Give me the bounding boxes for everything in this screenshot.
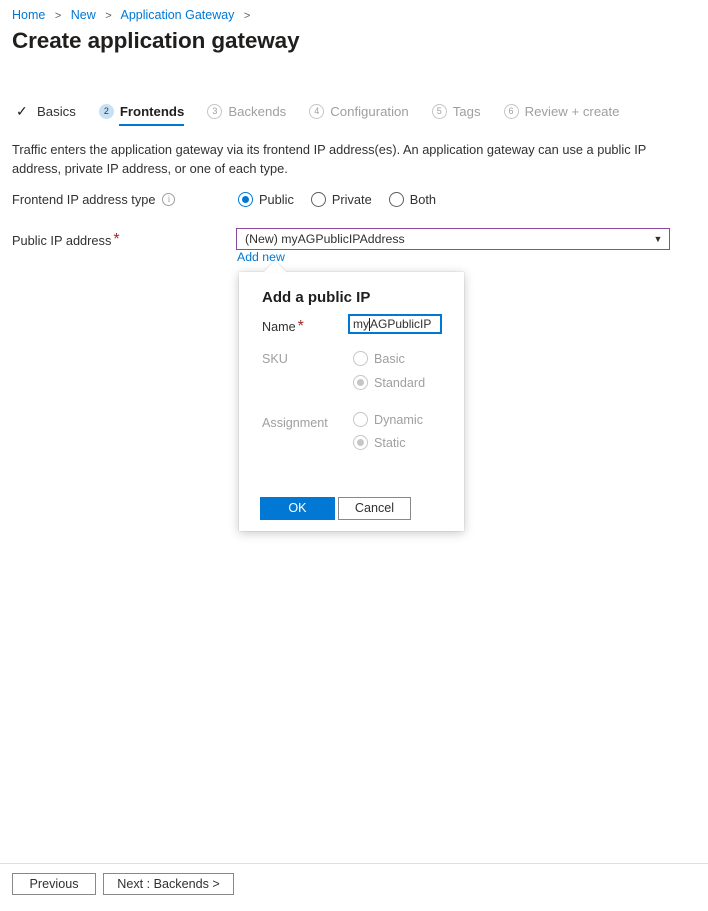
public-ip-required-marker: * bbox=[113, 231, 120, 248]
previous-button[interactable]: Previous bbox=[12, 873, 96, 895]
tab-configuration[interactable]: 4 Configuration bbox=[309, 104, 409, 126]
tab-frontends-label: Frontends bbox=[119, 104, 185, 119]
tab-tags-number: 5 bbox=[431, 104, 447, 119]
tab-configuration-label: Configuration bbox=[330, 104, 409, 119]
radio-option-public[interactable]: Public bbox=[238, 192, 294, 207]
dialog-name-value-after-caret: AGPublicIP bbox=[370, 317, 432, 331]
frontend-ip-type-label: Frontend IP address type bbox=[12, 192, 156, 207]
dialog-name-label-group: Name * bbox=[262, 318, 304, 336]
radio-option-both[interactable]: Both bbox=[388, 192, 437, 207]
radio-assignment-static-indicator[interactable] bbox=[353, 435, 368, 450]
radio-sku-standard-indicator[interactable] bbox=[353, 375, 368, 390]
page-title: Create application gateway bbox=[12, 28, 300, 53]
radio-assignment-dynamic-indicator[interactable] bbox=[353, 412, 368, 427]
dialog-assignment-label: Assignment bbox=[262, 416, 328, 430]
tab-frontends[interactable]: 2 Frontends bbox=[98, 104, 185, 126]
radio-both-label: Both bbox=[409, 192, 437, 207]
dialog-ok-button[interactable]: OK bbox=[260, 497, 335, 520]
tab-tags-label: Tags bbox=[452, 104, 481, 119]
dialog-sku-option-standard[interactable]: Standard bbox=[353, 375, 425, 390]
callout-arrow bbox=[264, 261, 286, 272]
dialog-name-input[interactable]: my AGPublicIP bbox=[348, 314, 442, 334]
dialog-assignment-option-static[interactable]: Static bbox=[353, 435, 406, 450]
tab-backends-number: 3 bbox=[207, 104, 223, 119]
dialog-name-value-before-caret: my bbox=[353, 317, 369, 331]
radio-private-label: Private bbox=[331, 192, 372, 207]
public-ip-label: Public IP address bbox=[12, 232, 112, 248]
wizard-tabs: ✓ Basics 2 Frontends 3 Backends 4 Config… bbox=[16, 104, 642, 126]
chevron-down-icon[interactable]: ▼ bbox=[647, 234, 669, 244]
checkmark-icon: ✓ bbox=[16, 103, 28, 119]
tab-basics-label: Basics bbox=[37, 104, 76, 119]
tab-frontends-number: 2 bbox=[98, 104, 114, 119]
public-ip-select[interactable]: (New) myAGPublicIPAddress ▼ bbox=[236, 228, 670, 250]
radio-public-label: Public bbox=[259, 192, 294, 207]
next-backends-button[interactable]: Next : Backends > bbox=[103, 873, 234, 895]
radio-option-private[interactable]: Private bbox=[310, 192, 372, 207]
dialog-assignment-option-dynamic[interactable]: Dynamic bbox=[353, 412, 423, 427]
frontend-ip-type-label-group: Frontend IP address type i bbox=[12, 192, 176, 207]
tab-backends-label: Backends bbox=[228, 104, 287, 119]
frontend-ip-type-radio-group: Public Private Both bbox=[238, 192, 453, 207]
tab-backends[interactable]: 3 Backends bbox=[207, 104, 286, 126]
tab-review-create-label: Review + create bbox=[524, 104, 620, 119]
radio-sku-basic-indicator[interactable] bbox=[353, 351, 368, 366]
footer-separator bbox=[0, 863, 708, 864]
radio-sku-basic-label: Basic bbox=[374, 351, 405, 366]
tab-review-create[interactable]: 6 Review + create bbox=[503, 104, 620, 126]
breadcrumb-separator-2: > bbox=[105, 10, 112, 22]
radio-assignment-static-label: Static bbox=[374, 435, 406, 450]
breadcrumb-item-application-gateway[interactable]: Application Gateway bbox=[120, 8, 234, 22]
dialog-name-required-marker: * bbox=[297, 318, 304, 335]
dialog-sku-label-group: SKU bbox=[262, 352, 288, 366]
radio-assignment-dynamic-label: Dynamic bbox=[374, 412, 423, 427]
dialog-name-label: Name bbox=[262, 320, 296, 334]
add-public-ip-dialog: Add a public IP bbox=[239, 272, 464, 531]
dialog-sku-label: SKU bbox=[262, 352, 288, 366]
radio-sku-standard-label: Standard bbox=[374, 375, 426, 390]
breadcrumb-separator-3: > bbox=[243, 10, 251, 22]
dialog-cancel-button[interactable]: Cancel bbox=[338, 497, 411, 520]
tab-basics[interactable]: ✓ Basics bbox=[16, 104, 76, 126]
dialog-assignment-label-group: Assignment bbox=[262, 416, 328, 430]
radio-both-indicator[interactable] bbox=[388, 192, 404, 207]
radio-public-indicator[interactable] bbox=[238, 192, 253, 207]
radio-private-indicator[interactable] bbox=[310, 192, 326, 207]
public-ip-label-group: Public IP address * bbox=[12, 231, 120, 249]
breadcrumb-item-home[interactable]: Home bbox=[12, 8, 45, 22]
public-ip-select-value: (New) myAGPublicIPAddress bbox=[245, 232, 405, 246]
tab-review-create-number: 6 bbox=[503, 104, 519, 119]
dialog-sku-option-basic[interactable]: Basic bbox=[353, 351, 405, 366]
dialog-title: Add a public IP bbox=[262, 289, 371, 306]
tab-tags[interactable]: 5 Tags bbox=[431, 104, 481, 126]
info-icon[interactable]: i bbox=[162, 193, 176, 206]
breadcrumb-item-new[interactable]: New bbox=[71, 8, 96, 22]
tab-configuration-number: 4 bbox=[309, 104, 325, 119]
create-application-gateway-page: Home > New > Application Gateway > Creat… bbox=[0, 0, 708, 911]
frontends-description: Traffic enters the application gateway v… bbox=[12, 142, 647, 176]
breadcrumb: Home > New > Application Gateway > bbox=[12, 7, 256, 24]
breadcrumb-separator-1: > bbox=[54, 10, 62, 22]
